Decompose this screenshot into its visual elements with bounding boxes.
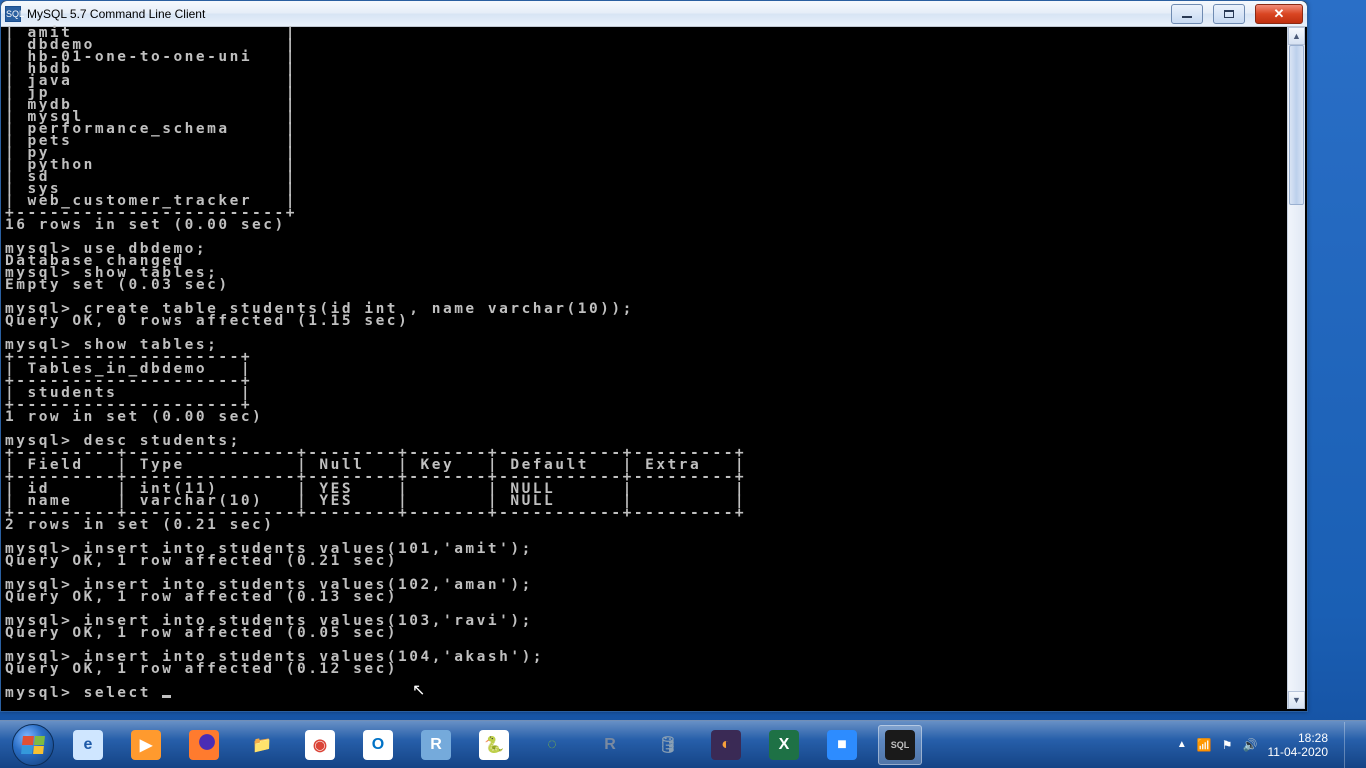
scroll-up-button[interactable]: ▲ bbox=[1288, 27, 1305, 45]
titlebar[interactable]: SQL MySQL 5.7 Command Line Client ✕ bbox=[1, 1, 1307, 27]
media-player-taskbar-button[interactable]: ▶ bbox=[124, 725, 168, 765]
app-icon: SQL bbox=[5, 6, 21, 22]
python-taskbar-button[interactable]: 🐍 bbox=[472, 725, 516, 765]
outlook-taskbar-button[interactable]: O bbox=[356, 725, 400, 765]
flag-icon[interactable]: ⚑ bbox=[1222, 738, 1233, 752]
start-button[interactable] bbox=[6, 722, 60, 768]
database-icon: 🛢 bbox=[653, 730, 683, 760]
eclipse-icon: ◐ bbox=[711, 730, 741, 760]
terminal-viewport: | amit | | dbdemo | | hb-01-one-to-one-u… bbox=[3, 27, 1287, 709]
terminal-output[interactable]: | amit | | dbdemo | | hb-01-one-to-one-u… bbox=[3, 27, 1287, 709]
clock-time: 18:28 bbox=[1268, 731, 1329, 745]
media-player-icon: ▶ bbox=[131, 730, 161, 760]
scroll-thumb[interactable] bbox=[1289, 45, 1304, 205]
loading-icon: ◌ bbox=[537, 730, 567, 760]
eclipse-taskbar-button[interactable]: ◐ bbox=[704, 725, 748, 765]
mysql-shell-taskbar-button[interactable]: SQL bbox=[878, 725, 922, 765]
window-title: MySQL 5.7 Command Line Client bbox=[27, 7, 205, 21]
system-tray: ▲ 📶 ⚑ 🔊 18:28 11-04-2020 bbox=[1177, 722, 1360, 768]
zoom-icon: ■ bbox=[827, 730, 857, 760]
clock[interactable]: 18:28 11-04-2020 bbox=[1268, 731, 1329, 759]
show-desktop-button[interactable] bbox=[1344, 722, 1356, 768]
taskbar-icons: e▶📁◉OR🐍◌R🛢◐X■SQL bbox=[66, 721, 922, 768]
taskbar: e▶📁◉OR🐍◌R🛢◐X■SQL ▲ 📶 ⚑ 🔊 18:28 11-04-202… bbox=[0, 720, 1366, 768]
chrome-taskbar-button[interactable]: ◉ bbox=[298, 725, 342, 765]
loading-taskbar-button[interactable]: ◌ bbox=[530, 725, 574, 765]
wifi-icon[interactable]: 📶 bbox=[1197, 738, 1212, 752]
firefox-taskbar-button[interactable] bbox=[182, 725, 226, 765]
file-explorer-taskbar-button[interactable]: 📁 bbox=[240, 725, 284, 765]
outlook-icon: O bbox=[363, 730, 393, 760]
chrome-icon: ◉ bbox=[305, 730, 335, 760]
app-window: SQL MySQL 5.7 Command Line Client ✕ | am… bbox=[0, 0, 1308, 712]
scroll-down-button[interactable]: ▼ bbox=[1288, 691, 1305, 709]
vertical-scrollbar[interactable]: ▲ ▼ bbox=[1287, 27, 1305, 709]
close-button[interactable]: ✕ bbox=[1255, 4, 1303, 24]
volume-icon[interactable]: 🔊 bbox=[1243, 738, 1258, 752]
r-taskbar-button[interactable]: R bbox=[588, 725, 632, 765]
internet-explorer-taskbar-button[interactable]: e bbox=[66, 725, 110, 765]
file-explorer-icon: 📁 bbox=[247, 730, 277, 760]
clock-date: 11-04-2020 bbox=[1268, 745, 1329, 759]
mysql-shell-icon: SQL bbox=[885, 730, 915, 760]
rstudio-taskbar-button[interactable]: R bbox=[414, 725, 458, 765]
maximize-button[interactable] bbox=[1213, 4, 1245, 24]
internet-explorer-icon: e bbox=[73, 730, 103, 760]
windows-logo-icon bbox=[21, 736, 45, 754]
excel-icon: X bbox=[769, 730, 799, 760]
minimize-icon bbox=[1182, 16, 1192, 18]
maximize-icon bbox=[1224, 10, 1234, 18]
minimize-button[interactable] bbox=[1171, 4, 1203, 24]
r-icon: R bbox=[595, 730, 625, 760]
database-taskbar-button[interactable]: 🛢 bbox=[646, 725, 690, 765]
rstudio-icon: R bbox=[421, 730, 451, 760]
close-icon: ✕ bbox=[1274, 6, 1285, 22]
tray-overflow-icon[interactable]: ▲ bbox=[1177, 739, 1187, 750]
excel-taskbar-button[interactable]: X bbox=[762, 725, 806, 765]
zoom-taskbar-button[interactable]: ■ bbox=[820, 725, 864, 765]
python-icon: 🐍 bbox=[479, 730, 509, 760]
text-cursor bbox=[162, 695, 171, 698]
scroll-track[interactable] bbox=[1288, 45, 1305, 691]
firefox-icon bbox=[189, 730, 219, 760]
